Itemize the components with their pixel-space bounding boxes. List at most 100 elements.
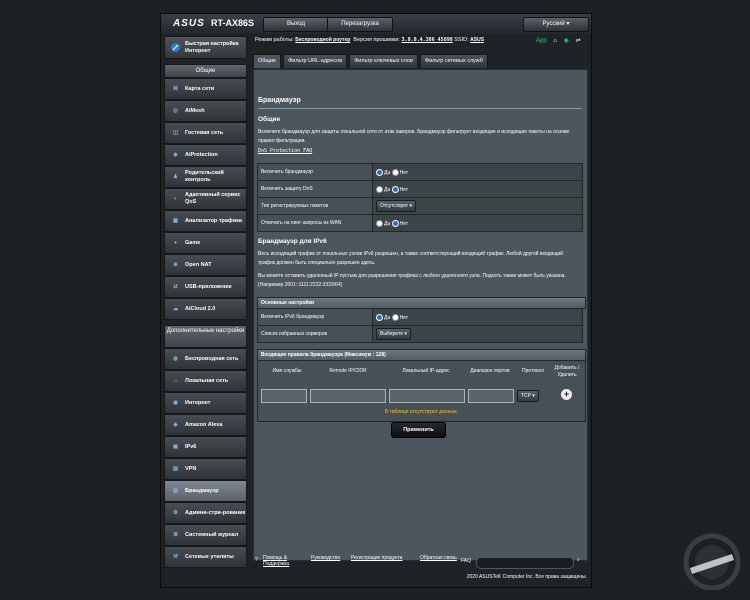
radio-yes[interactable]	[376, 185, 383, 193]
sidebar-icon: ◫	[172, 130, 179, 136]
sidebar-item-advanced-7[interactable]: ⚙ Админи-стри-рование	[164, 502, 247, 524]
sidebar-item-general-4[interactable]: ♟ Родительский контроль	[164, 166, 247, 188]
sidebar-item-label: USB-приложение	[185, 283, 232, 290]
radio-yes[interactable]	[376, 219, 383, 227]
mode-label: Режим работы:	[255, 37, 294, 43]
search-icon[interactable]: ⌕	[577, 557, 580, 563]
setting-value: Отсутствует ▾	[372, 197, 583, 215]
sidebar-item-general-3[interactable]: ◆ AiProtection	[164, 144, 247, 166]
sidebar-item-advanced-8[interactable]: ≣ Системный журнал	[164, 524, 247, 546]
remote-ip-input[interactable]	[310, 389, 386, 403]
sidebar-item-general-5[interactable]: ◐ Адаптивный сервис QoS	[164, 188, 247, 210]
radio-no[interactable]	[391, 185, 399, 193]
faq-search-input[interactable]	[476, 557, 574, 569]
local-ip-input[interactable]	[389, 389, 465, 403]
internet-status-icon[interactable]: ◉	[564, 38, 569, 44]
col-service-name: Имя службы	[272, 368, 302, 374]
help-icon: ?	[255, 557, 258, 563]
sidebar-item-label: AiProtection	[185, 151, 218, 158]
feedback-link[interactable]: Обратная связь	[420, 555, 457, 561]
sidebar-icon: ⚙	[173, 510, 178, 516]
ssid-label: SSID:	[454, 37, 469, 43]
sidebar-item-advanced-3[interactable]: ◈ Amazon Alexa	[164, 414, 247, 436]
add-rule-icon[interactable]: +	[561, 389, 572, 400]
sidebar-item-general-7[interactable]: ♦ Game	[164, 232, 247, 254]
sidebar-item-label: AiCloud 2.0	[185, 305, 216, 312]
footer: ? Помощь & Поддержка Руководство Регистр…	[255, 555, 585, 571]
mode-value[interactable]: Беспроводной роутер	[295, 37, 350, 43]
protocol-value: TCP	[521, 393, 531, 399]
sidebar-item-advanced-5[interactable]: ▤ VPN	[164, 458, 247, 480]
sidebar-icon: ▤	[172, 466, 179, 472]
sidebar-icon: ▣	[172, 444, 179, 450]
sidebar-item-advanced-1[interactable]: ⌂ Локальная сеть	[164, 370, 247, 392]
radio-no[interactable]	[391, 313, 399, 321]
setting-row: Включить защиту DoS Да Нет	[257, 180, 583, 198]
fw-value[interactable]: 3.0.0.4.386_45898	[402, 37, 453, 43]
radio-no[interactable]	[391, 168, 399, 176]
setting-row: Включить брандмауэр Да Нет	[257, 163, 583, 181]
sidebar-icon: ☁	[172, 306, 179, 312]
sidebar-item-general-2[interactable]: ◫ Гостевая сеть	[164, 122, 247, 144]
sidebar-item-advanced-6[interactable]: ▨ Брандмауэр	[164, 480, 247, 502]
firewall-panel: Брандмауэр Общие Включите брандмауэр для…	[253, 69, 588, 561]
col-add-delete: Добавить / Удалить	[554, 365, 580, 378]
sidebar-item-general-8[interactable]: ⊕ Open NAT	[164, 254, 247, 276]
setting-label: Список избранных серверов	[257, 325, 373, 343]
rules-table: Имя службы Remote IP/CIDR Локальный IP-а…	[257, 360, 586, 422]
sidebar-item-general-9[interactable]: ⇄ USB-приложение	[164, 276, 247, 298]
service-name-input[interactable]	[261, 389, 307, 403]
logout-button[interactable]: Выход	[263, 17, 329, 32]
apply-button[interactable]: Применить	[391, 422, 446, 438]
col-local-ip: Локальный IP-адрес	[402, 368, 450, 374]
sidebar-item-advanced-4[interactable]: ▣ IPv6	[164, 436, 247, 458]
setting-label: Включить брандмауэр	[257, 163, 373, 181]
sidebar-item-label: Amazon Alexa	[185, 421, 223, 428]
port-range-input[interactable]	[468, 389, 514, 403]
sidebar-icon: ◈	[173, 422, 178, 428]
network-icon[interactable]: ⌂	[553, 38, 557, 44]
ssid-value[interactable]: ASUS	[470, 37, 484, 43]
tab-0[interactable]: Общие	[253, 54, 282, 68]
dos-faq-link[interactable]: DoS Protection FAQ	[258, 148, 312, 154]
tab-1[interactable]: Фильтр URL-адресов	[283, 54, 348, 68]
setting-select[interactable]: Отсутствует ▾	[376, 200, 416, 212]
manual-link[interactable]: Руководство	[311, 555, 340, 561]
setting-select[interactable]: Выберите ▾	[376, 328, 412, 340]
setting-label: Тип регистрируемых пакетов	[257, 197, 373, 215]
help-support-link[interactable]: Помощь & Поддержка	[263, 555, 303, 567]
radio-yes[interactable]	[376, 168, 383, 176]
sidebar-item-advanced-0[interactable]: ◍ Беспроводная сеть	[164, 348, 247, 370]
sidebar-item-general-1[interactable]: ◎ AiMesh	[164, 100, 247, 122]
sidebar-item-general-0[interactable]: ⌘ Карта сети	[164, 78, 247, 100]
usb-icon[interactable]: ⇌	[576, 38, 581, 44]
sidebar-item-general-6[interactable]: ▦ Анализатор трафика	[164, 210, 247, 232]
reboot-button[interactable]: Перезагрузка	[327, 17, 393, 32]
radio-yes-label: Да	[384, 186, 391, 193]
sidebar-item-advanced-2[interactable]: ◉ Интернет	[164, 392, 247, 414]
sidebar-item-label: Брандмауэр	[185, 487, 219, 494]
protocol-select[interactable]: TCP ▾	[517, 390, 539, 402]
register-link[interactable]: Регистрация продукта	[351, 555, 402, 561]
setting-value: Да Нет	[372, 180, 583, 198]
tab-3[interactable]: Фильтр сетевых служб	[419, 54, 488, 68]
sidebar-item-advanced-9[interactable]: ⚒ Сетевые утилиты	[164, 546, 247, 568]
asus-logo[interactable]: ASUS	[173, 18, 205, 29]
sidebar-item-qis[interactable]: Быстрая настройка Интернет	[164, 36, 247, 59]
sidebar-item-label: Гостевая сеть	[185, 129, 224, 136]
language-select[interactable]: Русский ▾	[523, 17, 589, 32]
radio-yes-label: Да	[384, 220, 391, 227]
empty-table-message: В таблице отсутствуют данные.	[384, 409, 459, 415]
sidebar-item-general-10[interactable]: ☁ AiCloud 2.0	[164, 298, 247, 320]
col-port-range: Диапазон портов	[470, 368, 510, 374]
model-name: RT-AX86S	[211, 18, 255, 28]
tab-2[interactable]: Фильтр ключевых слов	[349, 54, 418, 68]
app-label[interactable]: App	[536, 38, 547, 44]
qis-label: Быстрая настройка Интернет	[185, 40, 239, 54]
tab-bar: Общие Фильтр URL-адресов Фильтр ключевых с…	[253, 54, 490, 68]
router-frame: ASUS RT-AX86S Выход Перезагрузка Русский…	[160, 13, 592, 588]
wand-icon	[169, 42, 182, 53]
radio-no[interactable]	[391, 219, 399, 227]
radio-yes[interactable]	[376, 313, 383, 321]
general-description: Включите брандмауэр для защиты локальной…	[258, 129, 570, 144]
